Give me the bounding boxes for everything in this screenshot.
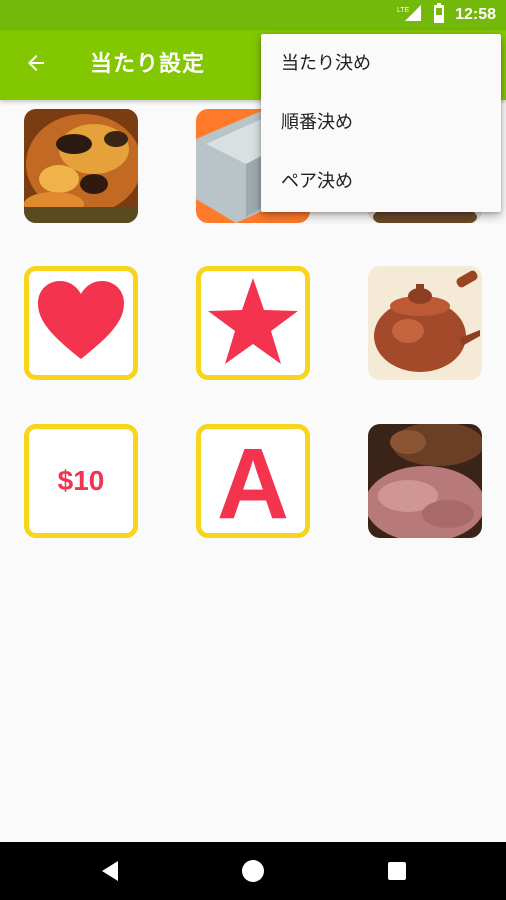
dollar-amount-label: $10 <box>57 465 105 496</box>
home-circle-icon <box>238 860 268 890</box>
back-triangle-icon <box>96 861 126 890</box>
nav-home-button[interactable] <box>238 856 268 886</box>
grid-item-teapot[interactable] <box>368 266 482 380</box>
lte-signal-icon: LTE <box>397 4 423 26</box>
status-time: 12:58 <box>455 6 496 23</box>
menu-item-order-decide[interactable]: 順番決め <box>261 93 501 152</box>
status-icons: LTE 12:58 <box>397 0 496 30</box>
teapot-image <box>368 266 482 380</box>
grid-item-letter-a[interactable]: A <box>196 424 310 538</box>
menu-item-winner-decide[interactable]: 当たり決め <box>261 34 501 93</box>
grid-item-heart[interactable] <box>24 266 138 380</box>
back-button[interactable] <box>18 47 54 83</box>
letter-a-icon: A <box>208 429 298 533</box>
navigation-bar <box>0 842 506 900</box>
letter-a-glyph: A <box>217 434 289 524</box>
grid-item-roast-chicken[interactable] <box>24 109 138 223</box>
heart-icon <box>38 281 124 365</box>
grid-item-ten-dollars[interactable]: $10 <box>24 424 138 538</box>
overflow-menu: 当たり決め 順番決め ペア決め <box>261 34 501 212</box>
nav-back-button[interactable] <box>96 856 126 886</box>
star-icon <box>208 278 298 368</box>
nav-recents-button[interactable] <box>382 856 412 886</box>
page-title: 当たり設定 <box>90 52 206 77</box>
battery-icon <box>433 3 445 27</box>
grid-item-grilled-meat[interactable] <box>368 424 482 538</box>
status-bar: LTE 12:58 <box>0 0 506 30</box>
recents-square-icon <box>382 862 412 890</box>
menu-item-pair-decide[interactable]: ペア決め <box>261 152 501 211</box>
grid-item-star[interactable] <box>196 266 310 380</box>
arrow-left-icon <box>24 51 48 79</box>
roast-chicken-image <box>24 109 138 223</box>
grilled-meat-image <box>368 424 482 538</box>
network-label: LTE <box>397 7 410 14</box>
